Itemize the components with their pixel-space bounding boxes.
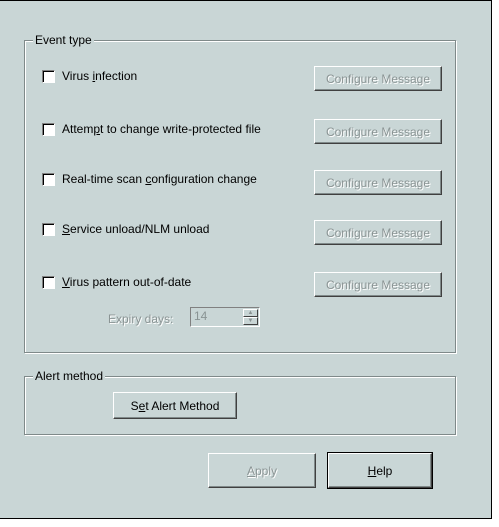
event-type-title: Event type [33,33,94,47]
realtime-scan-checkbox[interactable] [42,172,55,186]
expiry-days-spinner[interactable]: 14 ▲ ▼ [190,307,260,327]
configure-message-button-write-protected[interactable]: Configure Message [314,119,442,144]
realtime-scan-checkbox-row[interactable]: Real-time scan configuration change [42,171,257,187]
write-protected-label: Attempt to change write-protected file [62,122,261,136]
spin-down-icon[interactable]: ▼ [243,317,258,325]
expiry-days-label: Expiry days: [108,312,174,326]
virus-infection-checkbox[interactable] [42,69,55,83]
configure-message-button-service-unload[interactable]: Configure Message [314,220,442,245]
realtime-scan-label: Real-time scan configuration change [62,172,257,186]
write-protected-checkbox[interactable] [42,122,55,136]
service-unload-checkbox[interactable] [42,222,55,236]
spin-up-icon[interactable]: ▲ [243,309,258,317]
configure-message-button-virus-pattern[interactable]: Configure Message [314,272,442,297]
virus-pattern-label: Virus pattern out-of-date [62,275,192,289]
dialog-panel: Event type Virus infection Configure Mes… [0,0,492,519]
write-protected-checkbox-row[interactable]: Attempt to change write-protected file [42,121,261,137]
service-unload-checkbox-row[interactable]: Service unload/NLM unload [42,221,209,237]
apply-button[interactable]: Apply [208,453,316,488]
expiry-days-spin-buttons: ▲ ▼ [243,309,258,325]
help-button[interactable]: Help [327,452,433,489]
virus-infection-label: Virus infection [62,69,138,83]
configure-message-button-virus-infection[interactable]: Configure Message [314,66,442,91]
alert-method-title: Alert method [33,369,106,383]
configure-message-button-realtime-scan[interactable]: Configure Message [314,170,442,195]
dialog-top-border [0,0,491,1]
expiry-days-value: 14 [194,309,208,323]
set-alert-method-button[interactable]: Set Alert Method [113,392,237,419]
virus-infection-checkbox-row[interactable]: Virus infection [42,68,137,84]
service-unload-label: Service unload/NLM unload [62,222,210,236]
virus-pattern-checkbox-row[interactable]: Virus pattern out-of-date [42,274,191,290]
virus-pattern-checkbox[interactable] [42,275,55,289]
alert-method-group: Alert method Set Alert Method [24,369,456,435]
event-type-group: Event type Virus infection Configure Mes… [24,33,456,353]
